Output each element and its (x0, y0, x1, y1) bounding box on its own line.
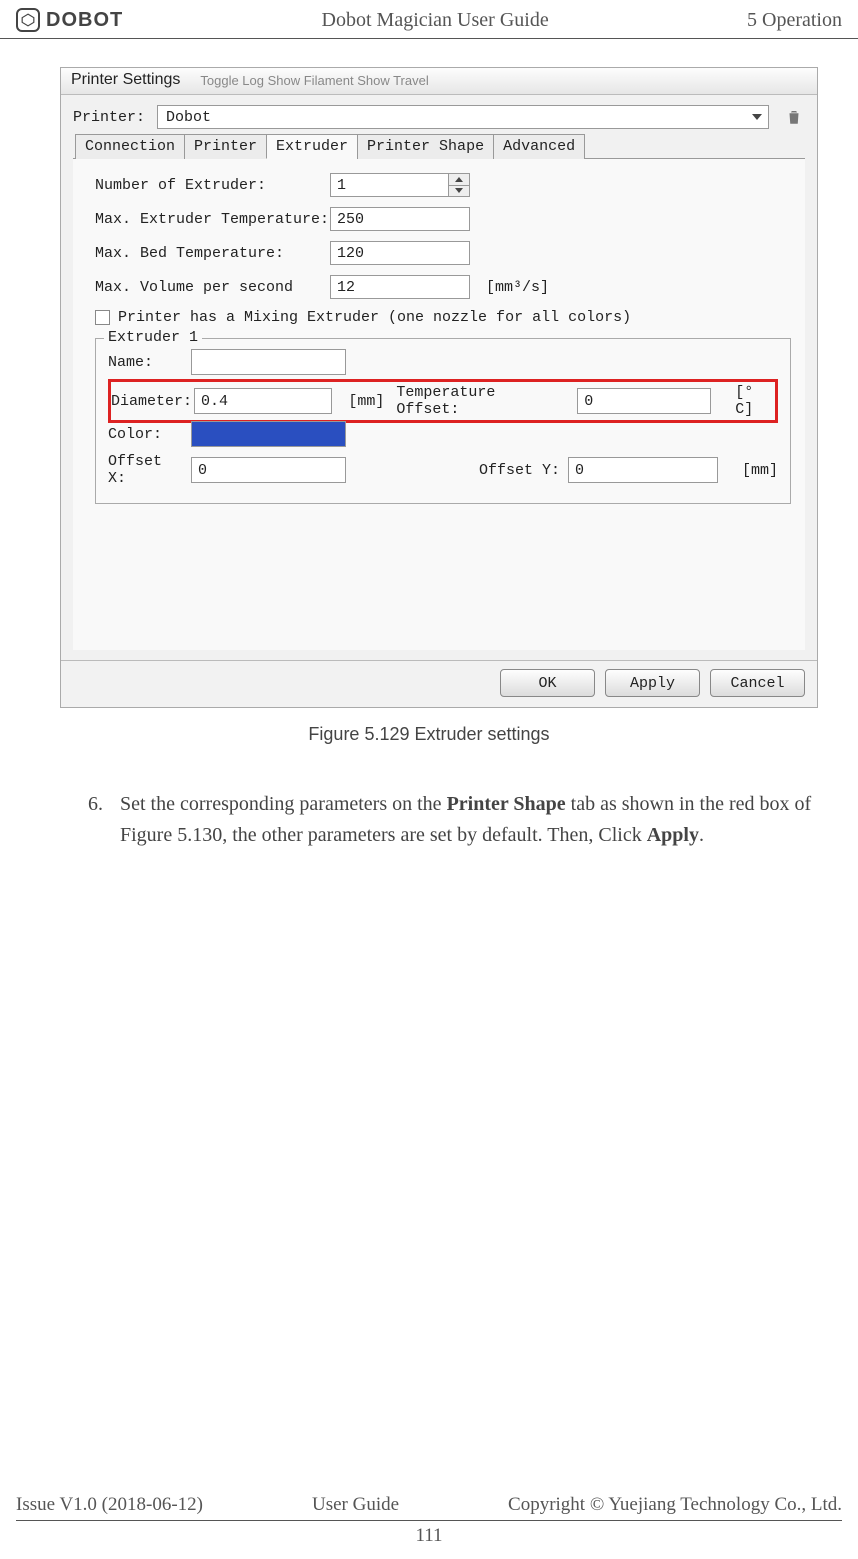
cancel-button[interactable]: Cancel (710, 669, 805, 697)
footer-issue: Issue V1.0 (2018-06-12) (16, 1494, 203, 1516)
diameter-unit: [mm] (348, 393, 384, 410)
greyed-menu-text: Toggle Log Show Filament Show Travel (200, 73, 428, 88)
spinner-buttons[interactable] (448, 173, 470, 197)
mixing-extruder-label: Printer has a Mixing Extruder (one nozzl… (118, 309, 631, 326)
chevron-down-icon (752, 114, 762, 120)
offset-y-unit: [mm] (742, 462, 778, 479)
tab-printer[interactable]: Printer (184, 134, 267, 159)
dialog-titlebar: Printer Settings Toggle Log Show Filamen… (61, 68, 817, 95)
spinner-up-icon[interactable] (449, 174, 469, 186)
apply-bold: Apply (647, 824, 699, 846)
offset-y-input[interactable]: 0 (568, 457, 718, 483)
max-bed-label: Max. Bed Temperature: (95, 245, 330, 262)
page-footer: Issue V1.0 (2018-06-12) User Guide Copyr… (0, 1494, 858, 1547)
step-text-c: . (699, 824, 704, 846)
dialog-buttons: OK Apply Cancel (61, 660, 817, 707)
figure-caption: Figure 5.129 Extruder settings (0, 724, 858, 745)
printer-value: Dobot (166, 109, 211, 126)
tab-bar: Connection Printer Extruder Printer Shap… (73, 133, 805, 159)
max-vol-label: Max. Volume per second (95, 279, 330, 296)
printer-shape-bold: Printer Shape (447, 793, 566, 815)
dialog-title: Printer Settings (71, 71, 180, 89)
diameter-row-highlight: Diameter: 0.4 [mm] Temperature Offset: 0… (108, 379, 778, 423)
extruder1-group: Extruder 1 Name: Diameter: 0.4 [mm] Temp… (95, 338, 791, 504)
temp-offset-unit: [° C] (735, 384, 775, 418)
step-text-a: Set the corresponding parameters on the (120, 793, 447, 815)
diameter-label: Diameter: (111, 393, 186, 410)
section-label: 5 Operation (747, 9, 842, 32)
name-label: Name: (108, 354, 183, 371)
temp-offset-input[interactable]: 0 (577, 388, 711, 414)
printer-combobox[interactable]: Dobot (157, 105, 769, 129)
ok-button[interactable]: OK (500, 669, 595, 697)
temp-offset-label: Temperature Offset: (396, 384, 547, 418)
offset-y-label: Offset Y: (380, 462, 560, 479)
max-vol-input[interactable]: 12 (330, 275, 470, 299)
logo: DOBOT (16, 8, 123, 32)
max-vol-unit: [mm³/s] (486, 279, 549, 296)
num-extruder-label: Number of Extruder: (95, 177, 330, 194)
trash-icon[interactable] (783, 106, 805, 128)
extruder1-title: Extruder 1 (104, 329, 202, 346)
footer-mid: User Guide (312, 1494, 399, 1516)
footer-copyright: Copyright © Yuejiang Technology Co., Ltd… (508, 1494, 842, 1516)
step-number: 6. (88, 789, 103, 820)
max-temp-input[interactable]: 250 (330, 207, 470, 231)
page-header: DOBOT Dobot Magician User Guide 5 Operat… (0, 0, 858, 39)
doc-title: Dobot Magician User Guide (322, 9, 549, 32)
extruder-form: Number of Extruder: 1 Max. Extruder Temp… (73, 159, 805, 650)
tab-advanced[interactable]: Advanced (493, 134, 585, 159)
name-input[interactable] (191, 349, 346, 375)
apply-button[interactable]: Apply (605, 669, 700, 697)
logo-text: DOBOT (46, 9, 123, 32)
num-extruder-spinner[interactable]: 1 (330, 173, 470, 197)
page-number: 111 (16, 1525, 842, 1547)
max-bed-input[interactable]: 120 (330, 241, 470, 265)
logo-icon (16, 8, 40, 32)
offset-x-label: Offset X: (108, 453, 183, 487)
step-text: 6. Set the corresponding parameters on t… (0, 745, 858, 851)
tab-connection[interactable]: Connection (75, 134, 185, 159)
printer-label: Printer: (73, 109, 143, 126)
max-temp-label: Max. Extruder Temperature: (95, 211, 330, 228)
diameter-input[interactable]: 0.4 (194, 388, 332, 414)
color-swatch[interactable] (191, 421, 346, 447)
tab-printer-shape[interactable]: Printer Shape (357, 134, 494, 159)
tab-extruder[interactable]: Extruder (266, 134, 358, 159)
color-label: Color: (108, 426, 183, 443)
mixing-extruder-checkbox[interactable] (95, 310, 110, 325)
spinner-down-icon[interactable] (449, 186, 469, 197)
offset-x-input[interactable]: 0 (191, 457, 346, 483)
printer-settings-dialog: Printer Settings Toggle Log Show Filamen… (60, 67, 818, 708)
num-extruder-value[interactable]: 1 (330, 173, 448, 197)
